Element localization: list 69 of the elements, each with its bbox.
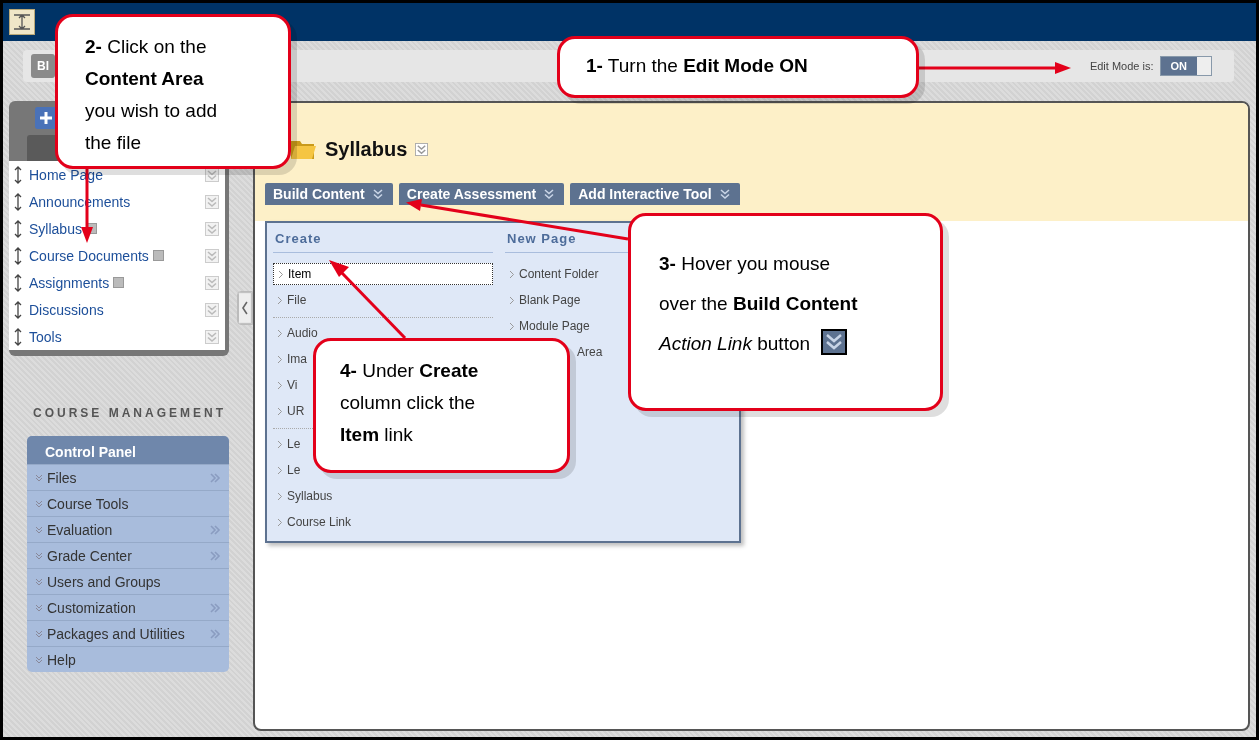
expand-icon [35,655,43,664]
chevron-icon [277,465,283,475]
chevron-icon [277,439,283,449]
chevron-icon [278,269,284,279]
chevron-icon [277,491,283,501]
menu-item[interactable]: Content Folder [505,263,603,285]
control-panel-item[interactable]: Evaluation [47,518,209,541]
collapse-handle-icon[interactable] [237,291,253,325]
course-menu-link[interactable]: Assignments [29,274,110,291]
menu-item[interactable]: UR [273,400,309,422]
expand-icon [35,603,43,612]
course-menu-link[interactable]: Discussions [29,301,104,318]
control-panel-title[interactable]: Control Panel [27,436,229,464]
page-title: Syllabus [325,137,408,161]
chevron-icon[interactable] [415,142,429,156]
menu-item[interactable]: File [273,289,311,311]
menu-item[interactable]: Area [573,341,607,363]
menu-item[interactable]: Audio [273,322,322,344]
submenu-icon[interactable] [209,628,221,639]
menu-item[interactable]: Vi [273,374,302,396]
callout-text: 4- Under Create column click the Item link [340,359,480,447]
chevron-icon [277,354,283,364]
course-menu-link[interactable]: Syllabus [29,220,82,237]
submenu-icon[interactable] [209,472,221,483]
control-panel-item[interactable]: Customization [47,596,209,619]
course-menu-link[interactable]: Course Documents [29,247,149,264]
action-menu-button[interactable]: Add Interactive Tool [570,183,740,205]
menu-item[interactable]: Le [273,459,305,481]
callout-text: 3- Hover you mouse over the Build Content Action Link button [659,252,858,356]
menu-item[interactable]: Le [273,433,305,455]
callout-text: 2- Click on the Content Area you wish to add the file [85,35,219,155]
menu-item[interactable]: Ima [273,348,311,370]
menu-item[interactable]: Module Page [505,315,594,337]
course-menu-link[interactable]: Tools [29,328,62,345]
chevron-icon [277,517,283,527]
menu-item[interactable]: Syllabus [273,485,337,507]
chevron-icon [277,295,283,305]
menu-item[interactable]: Course Link [273,511,356,533]
control-panel-item[interactable]: Files [47,466,209,489]
expand-icon [35,499,43,508]
chevron-icon [277,406,283,416]
chevron-icon [277,380,283,390]
section-heading: COURSE MANAGEMENT [33,406,227,420]
menu-item[interactable]: Item [273,263,493,285]
control-panel-item[interactable]: Help [47,648,229,671]
control-panel-item[interactable]: Course Tools [47,492,229,515]
action-menu-button[interactable]: Create Assessment [398,183,565,205]
submenu-icon[interactable] [209,524,221,535]
chevron-icon [509,269,515,279]
control-panel-item[interactable]: Grade Center [47,544,209,567]
callout-text: 1- Turn the Edit Mode ON [586,54,809,78]
chevron-icon [277,328,283,338]
submenu-icon[interactable] [209,602,221,613]
expand-icon [35,629,43,638]
expand-icon [35,473,43,482]
chevron-icon [509,295,515,305]
control-panel-item[interactable]: Packages and Utilities [47,622,209,645]
action-menu-button[interactable]: Build Content [265,183,393,205]
menu-item[interactable]: Blank Page [505,289,585,311]
expand-icon [35,551,43,560]
edit-mode-toggle[interactable]: ON [1159,56,1212,76]
menu-toggle-icon[interactable] [9,9,35,35]
control-panel-item[interactable]: Users and Groups [47,570,229,593]
expand-icon [35,525,43,534]
chevron-icon [509,321,515,331]
expand-icon [35,577,43,586]
submenu-icon[interactable] [209,550,221,561]
edit-mode-label: Edit Mode is: [1089,60,1154,72]
menu-column-heading: Create [273,231,493,253]
